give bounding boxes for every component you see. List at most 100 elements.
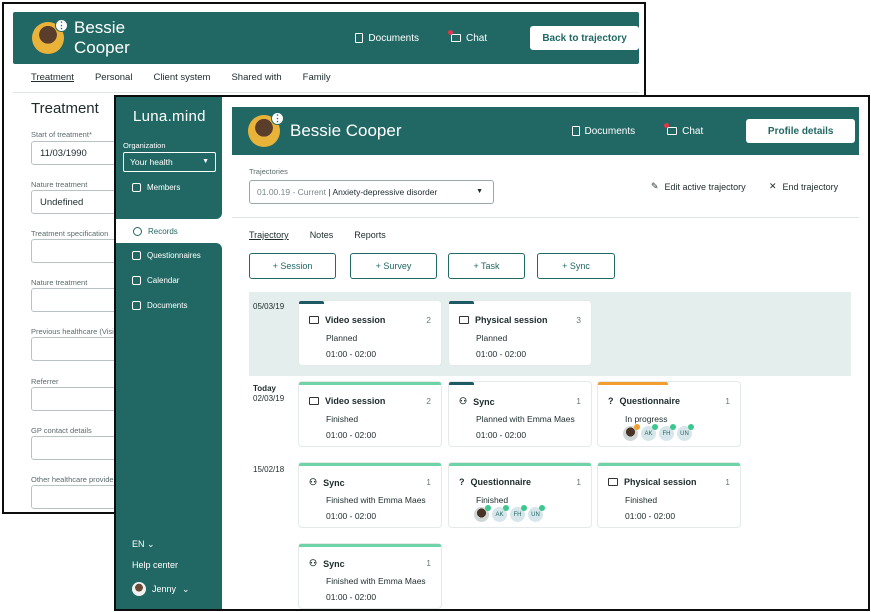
card-status: Finished — [476, 495, 509, 505]
organization-label: Organization — [123, 141, 166, 150]
card-title: Physical session — [459, 315, 548, 325]
chevron-down-icon: ⌄ — [147, 539, 155, 549]
more-icon[interactable]: ⋮ — [55, 19, 68, 32]
respondent-chip: FH — [510, 505, 527, 522]
documents-link[interactable]: Documents — [571, 126, 635, 137]
card-status: Finished — [326, 414, 359, 424]
timeline-card[interactable]: Physical session 3 Planned 01:00 - 02:00 — [449, 301, 591, 365]
card-count: 3 — [576, 315, 581, 325]
card-title: Physical session — [608, 477, 697, 487]
card-status: Planned — [326, 333, 358, 343]
foreground-window: Luna.mind Organization Your health ▼ Memb… — [114, 95, 870, 611]
card-time: 01:00 - 02:00 — [476, 349, 527, 359]
more-icon[interactable]: ⋮ — [271, 112, 284, 125]
timeline-card[interactable]: ⚇ Sync 1 Finished with Emma Maes 01:00 - … — [299, 544, 441, 608]
field-label: Other healthcare provider — [31, 475, 117, 484]
patient-name: Bessie Cooper — [290, 121, 402, 140]
documents-link[interactable]: Documents — [355, 33, 419, 44]
video-icon — [309, 316, 319, 324]
end-trajectory-link[interactable]: ✕ End trajectory — [769, 181, 838, 192]
back-header: ⋮ Bessie Cooper Documents Chat Back to t… — [13, 12, 639, 64]
physical-session-icon — [459, 316, 469, 324]
add-survey-button[interactable]: + Survey — [350, 253, 437, 279]
questionnaires-icon — [132, 250, 141, 260]
timeline-card[interactable]: Physical session 1 Finished 01:00 - 02:0… — [598, 463, 740, 527]
card-count: 2 — [426, 315, 431, 325]
profile-details-button[interactable]: Profile details — [746, 119, 856, 143]
field-label: Start of treatment* — [31, 130, 92, 139]
records-icon — [133, 226, 142, 236]
card-status-bar — [598, 463, 740, 466]
respondent-chip: AK — [492, 505, 509, 522]
caret-down-icon: ▼ — [476, 188, 483, 195]
tab-family[interactable]: Family — [303, 72, 331, 83]
user-avatar — [132, 582, 146, 596]
tab-reports[interactable]: Reports — [354, 230, 386, 240]
respondent-chip: UN — [677, 424, 694, 441]
divider — [13, 92, 639, 93]
sidebar-item-members[interactable]: Members — [132, 177, 180, 197]
patient-name: Bessie Cooper — [74, 18, 130, 57]
front-header: ⋮ Bessie Cooper Documents Chat Profile d… — [232, 107, 859, 155]
respondent-chip: UN — [528, 505, 545, 522]
chat-link[interactable]: Chat — [447, 30, 487, 44]
date-label: 05/03/19 — [253, 302, 285, 311]
card-status: Planned — [476, 333, 508, 343]
back-to-trajectory-button[interactable]: Back to trajectory — [530, 26, 639, 50]
trajectories-label: Trajectories — [249, 167, 288, 176]
tab-notes[interactable]: Notes — [310, 230, 334, 240]
help-center-link[interactable]: Help center — [132, 560, 178, 570]
back-tabs: Treatment Personal Client system Shared … — [31, 72, 331, 83]
tab-trajectory[interactable]: Trajectory — [249, 230, 289, 240]
patient-avatar[interactable]: ⋮ — [32, 19, 68, 54]
card-status-bar — [598, 382, 668, 385]
tab-treatment[interactable]: Treatment — [31, 72, 74, 83]
tab-client-system[interactable]: Client system — [153, 72, 210, 83]
video-icon — [309, 397, 319, 405]
card-time: 01:00 - 02:00 — [326, 592, 377, 602]
close-icon: ✕ — [769, 181, 777, 191]
card-status: Planned with Emma Maes — [476, 414, 575, 424]
logo: Luna.mind — [133, 108, 206, 125]
respondent-chips: AK FH UN — [474, 505, 545, 522]
add-task-button[interactable]: + Task — [448, 253, 525, 279]
sidebar-item-calendar[interactable]: Calendar — [132, 270, 179, 290]
field-label: Previous healthcare (Visib — [31, 327, 118, 336]
document-icon — [571, 126, 580, 136]
organization-select[interactable]: Your health ▼ — [123, 152, 216, 172]
document-icon — [355, 33, 364, 43]
timeline-card[interactable]: ? Questionnaire 1 In progress AK FH UN — [598, 382, 740, 446]
divider — [232, 217, 859, 218]
respondent-chip: AK — [641, 424, 658, 441]
timeline-card[interactable]: ⚇ Sync 1 Finished with Emma Maes 01:00 - … — [299, 463, 441, 527]
field-label: Referrer — [31, 377, 59, 386]
user-menu[interactable]: Jenny ⌄ — [132, 582, 190, 596]
date-label: Today 02/03/19 — [253, 384, 285, 403]
add-session-button[interactable]: + Session — [249, 253, 336, 279]
language-select[interactable]: EN ⌄ — [132, 539, 155, 550]
sidebar-item-questionnaires[interactable]: Questionnaires — [132, 245, 201, 265]
card-status-bar — [449, 301, 474, 304]
tab-shared-with[interactable]: Shared with — [231, 72, 281, 83]
card-count: 1 — [426, 477, 431, 487]
question-icon: ? — [608, 396, 614, 406]
chat-link[interactable]: Chat — [664, 123, 703, 137]
timeline-card[interactable]: Video session 2 Finished 01:00 - 02:00 — [299, 382, 441, 446]
respondent-chip: FH — [659, 424, 676, 441]
date-label: 15/02/18 — [253, 465, 285, 474]
trajectory-select[interactable]: 01.00.19 - Current | Anxiety-depressive … — [249, 180, 494, 204]
timeline-card[interactable]: ? Questionnaire 1 Finished AK FH UN — [449, 463, 591, 527]
timeline-card[interactable]: ⚇ Sync 1 Planned with Emma Maes 01:00 - 0… — [449, 382, 591, 446]
tab-personal[interactable]: Personal — [95, 72, 133, 83]
card-title: ⚇ Sync — [309, 477, 345, 488]
sidebar-item-records[interactable]: Records — [123, 221, 222, 241]
patient-avatar[interactable]: ⋮ — [248, 112, 284, 147]
card-status: Finished — [625, 495, 658, 505]
documents-icon — [132, 300, 141, 310]
card-status-bar — [449, 463, 591, 466]
timeline-card[interactable]: Video session 2 Planned 01:00 - 02:00 — [299, 301, 441, 365]
edit-trajectory-link[interactable]: ✎ Edit active trajectory — [651, 181, 746, 192]
add-sync-button[interactable]: + Sync — [537, 253, 615, 279]
sidebar-item-documents[interactable]: Documents — [132, 295, 187, 315]
card-count: 1 — [725, 477, 730, 487]
